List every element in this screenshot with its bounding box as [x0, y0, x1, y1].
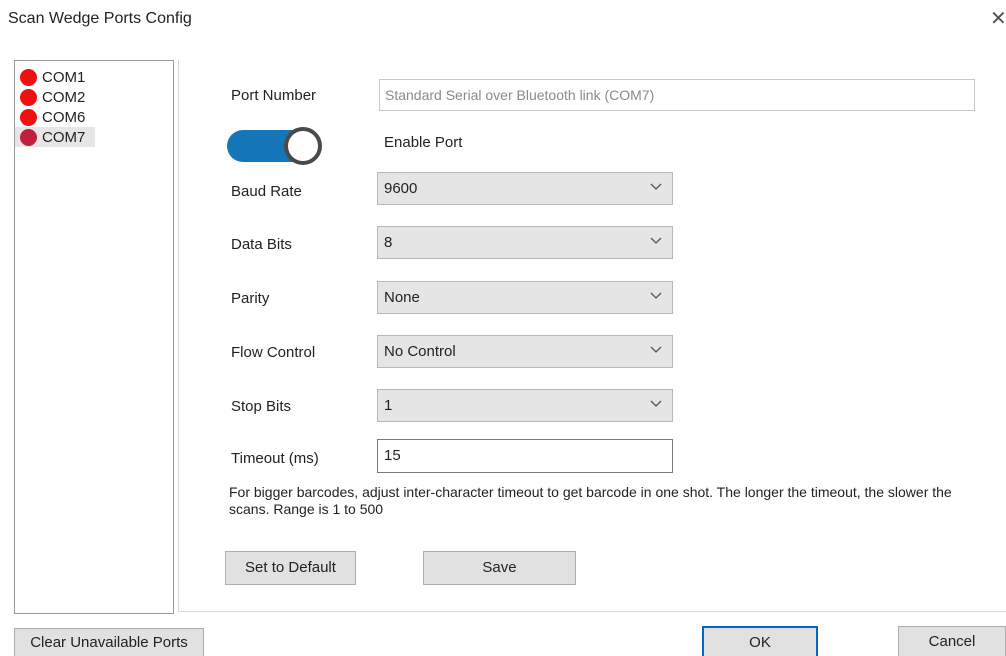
port-item-com7[interactable]: COM7 [15, 127, 95, 147]
data-bits-select[interactable]: 8 [377, 226, 673, 259]
clear-unavailable-ports-button[interactable]: Clear Unavailable Ports [14, 628, 204, 656]
port-label: COM7 [42, 128, 86, 146]
close-icon[interactable]: ✕ [990, 6, 1006, 31]
scan-wedge-ports-config-dialog: Scan Wedge Ports Config ✕ COM1 COM2 COM6… [0, 0, 1006, 656]
cancel-button[interactable]: Cancel [898, 626, 1006, 656]
baud-rate-label: Baud Rate [231, 183, 302, 200]
timeout-label: Timeout (ms) [231, 450, 319, 467]
port-config-panel: Port Number Standard Serial over Bluetoo… [178, 60, 1006, 612]
ok-button[interactable]: OK [702, 626, 818, 656]
data-bits-label: Data Bits [231, 236, 292, 253]
enable-port-toggle[interactable] [227, 127, 322, 165]
chevron-down-icon [650, 292, 662, 299]
chevron-down-icon [650, 183, 662, 190]
flow-control-select[interactable]: No Control [377, 335, 673, 368]
data-bits-value: 8 [384, 234, 393, 251]
dialog-title: Scan Wedge Ports Config [8, 10, 192, 27]
port-status-icon [20, 128, 37, 146]
parity-select[interactable]: None [377, 281, 673, 314]
parity-label: Parity [231, 290, 270, 307]
baud-rate-select[interactable]: 9600 [377, 172, 673, 205]
port-status-icon [20, 68, 37, 86]
port-label: COM6 [42, 108, 86, 126]
toggle-knob [284, 127, 322, 165]
port-item-com2[interactable]: COM2 [15, 87, 95, 107]
port-item-com1[interactable]: COM1 [15, 67, 95, 87]
save-button[interactable]: Save [423, 551, 576, 585]
set-to-default-button[interactable]: Set to Default [225, 551, 356, 585]
stop-bits-label: Stop Bits [231, 398, 292, 415]
port-label: COM1 [42, 68, 86, 86]
port-list[interactable]: COM1 COM2 COM6 COM7 [14, 60, 174, 614]
port-number-label: Port Number [231, 87, 317, 104]
flow-control-value: No Control [384, 343, 456, 360]
stop-bits-select[interactable]: 1 [377, 389, 673, 422]
chevron-down-icon [650, 346, 662, 353]
enable-port-label: Enable Port [384, 134, 463, 151]
chevron-down-icon [650, 400, 662, 407]
timeout-input[interactable]: 15 [377, 439, 673, 473]
port-item-com6[interactable]: COM6 [15, 107, 95, 127]
parity-value: None [384, 289, 420, 306]
flow-control-label: Flow Control [231, 344, 316, 361]
timeout-help-text: For bigger barcodes, adjust inter-charac… [229, 484, 952, 517]
port-status-icon [20, 88, 37, 106]
stop-bits-value: 1 [384, 397, 393, 414]
port-number-field: Standard Serial over Bluetooth link (COM… [379, 79, 975, 111]
chevron-down-icon [650, 237, 662, 244]
port-label: COM2 [42, 88, 86, 106]
baud-rate-value: 9600 [384, 180, 418, 197]
port-status-icon [20, 108, 37, 126]
